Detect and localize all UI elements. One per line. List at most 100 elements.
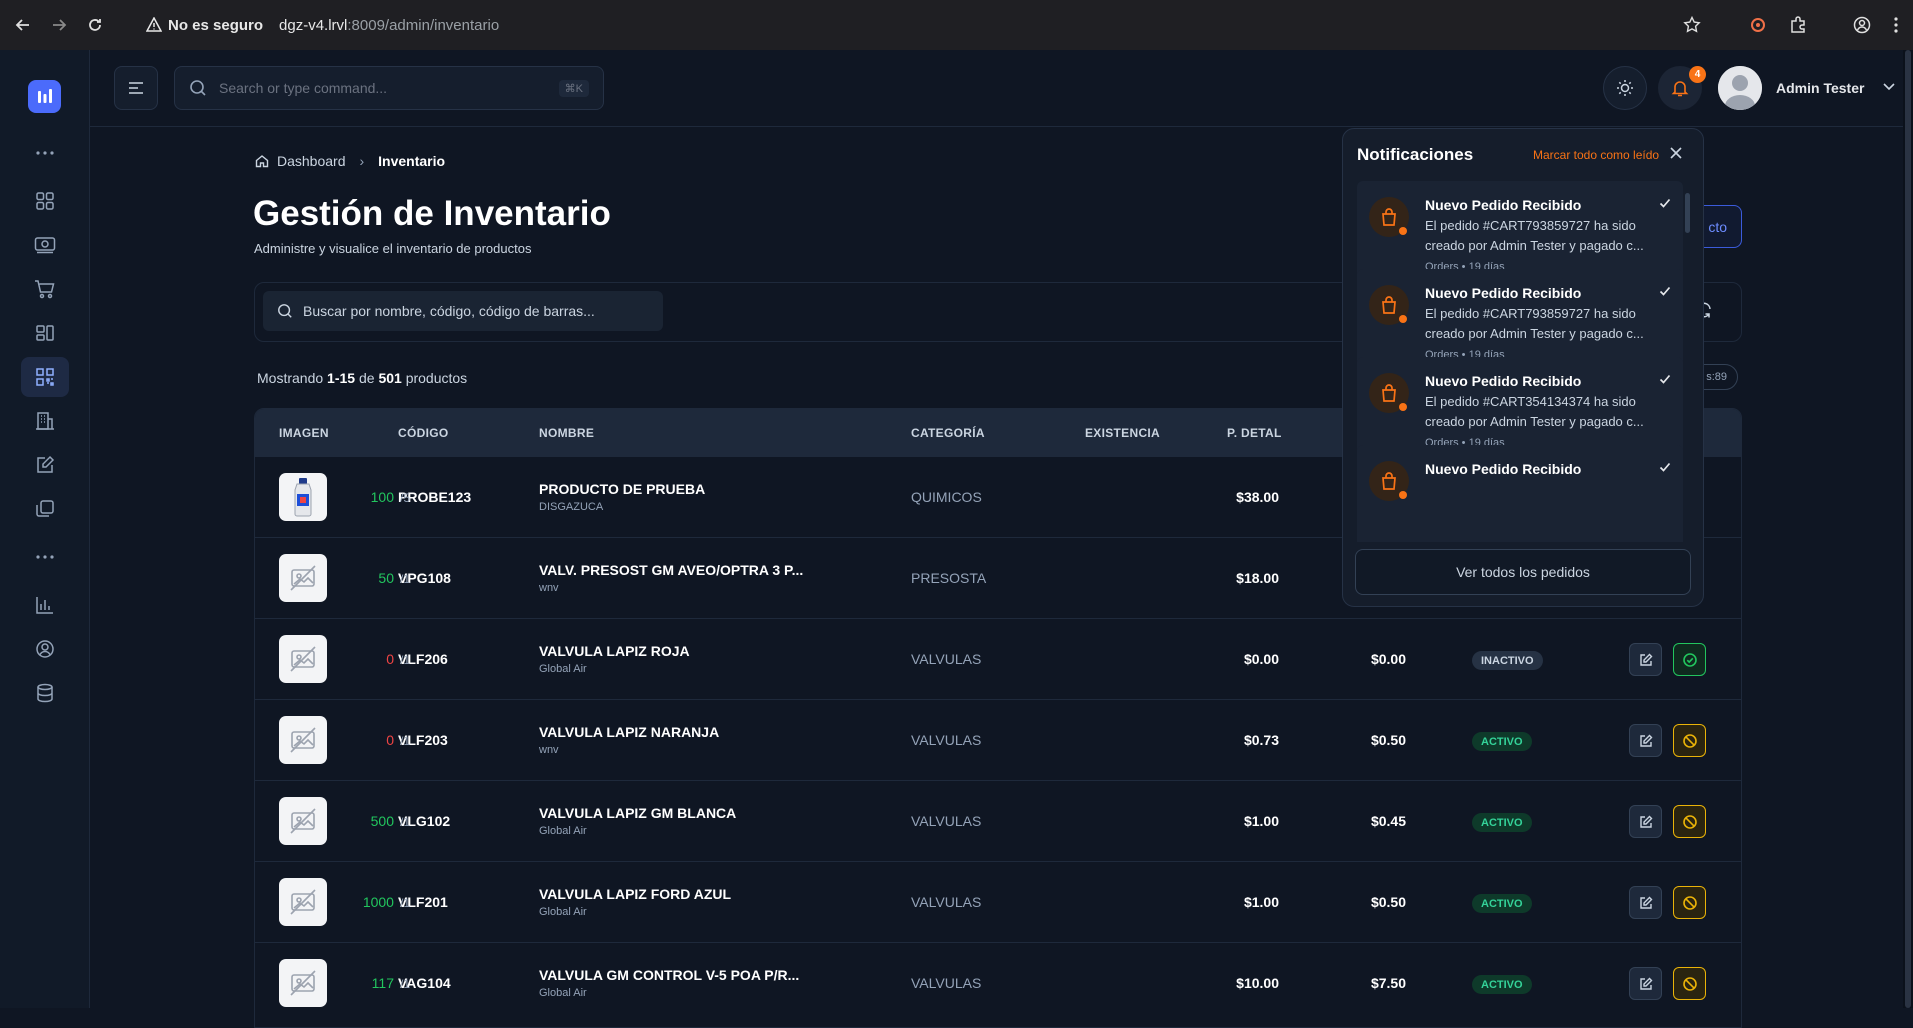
product-image[interactable] [279, 473, 327, 521]
sidebar-more-icon-2[interactable] [21, 537, 69, 577]
reload-icon[interactable] [82, 12, 108, 38]
no-image-icon [290, 646, 316, 672]
mark-read-button[interactable] [1659, 461, 1671, 473]
qr-inventory-icon[interactable] [21, 357, 69, 397]
address-bar[interactable]: dgz-v4.lrvl:8009/admin/inventario [279, 17, 499, 34]
breadcrumb-current: Inventario [378, 153, 446, 169]
product-image[interactable] [279, 959, 327, 1007]
layout-icon[interactable] [21, 313, 69, 353]
logo[interactable] [28, 80, 61, 113]
shopping-bag-icon [1382, 208, 1396, 226]
scrollbar-thumb[interactable] [1905, 50, 1911, 1008]
activate-button[interactable] [1673, 643, 1706, 676]
database-icon[interactable] [21, 673, 69, 713]
theme-toggle-button[interactable] [1603, 66, 1647, 110]
product-name[interactable]: VALVULA LAPIZ NARANJA [539, 724, 719, 740]
back-icon[interactable] [10, 12, 36, 38]
notification-title: Nuevo Pedido Recibido [1425, 285, 1582, 301]
grid-icon[interactable] [21, 181, 69, 221]
forward-icon[interactable] [46, 12, 72, 38]
table-row[interactable]: VLG102 VALVULA LAPIZ GM BLANCA Global Air V… [255, 780, 1741, 861]
profile-icon[interactable] [1853, 16, 1871, 34]
product-image[interactable] [279, 878, 327, 926]
deactivate-button[interactable] [1673, 724, 1706, 757]
user-name[interactable]: Admin Tester [1776, 80, 1864, 96]
product-name[interactable]: PRODUCTO DE PRUEBA [539, 481, 705, 497]
product-stock: 117/1 [372, 975, 410, 991]
product-name[interactable]: VALVULA GM CONTROL V-5 POA P/R... [539, 967, 799, 983]
stock-value: 100 [370, 489, 394, 505]
edit-button[interactable] [1629, 724, 1662, 757]
extension-icon[interactable] [1749, 16, 1767, 34]
product-image[interactable] [279, 635, 327, 683]
avatar[interactable] [1718, 66, 1762, 110]
edit-button[interactable] [1629, 643, 1662, 676]
product-image[interactable] [279, 716, 327, 764]
edit-square-icon[interactable] [21, 445, 69, 485]
table-row[interactable]: VLF203 VALVULA LAPIZ NARANJA wnv VALVULAS 0/… [255, 699, 1741, 780]
product-stock: 500/1 [371, 813, 410, 829]
command-search-input[interactable]: Search or type command... ⌘K [174, 66, 604, 110]
inventory-search-input[interactable]: Buscar por nombre, código, código de bar… [263, 291, 663, 331]
view-all-orders-button[interactable]: Ver todos los pedidos [1355, 549, 1691, 595]
mark-read-button[interactable] [1659, 285, 1671, 297]
url-host: dgz-v4.lrvl [279, 16, 348, 34]
bookmark-star-icon[interactable] [1683, 16, 1701, 34]
edit-button[interactable] [1629, 886, 1662, 919]
status-badge: ACTIVO [1472, 732, 1532, 751]
deactivate-button[interactable] [1673, 967, 1706, 1000]
kebab-menu-icon[interactable] [1893, 16, 1899, 34]
table-row[interactable]: VAG104 VALVULA GM CONTROL V-5 POA P/R... G… [255, 942, 1741, 1023]
deactivate-button[interactable] [1673, 805, 1706, 838]
edit-button[interactable] [1629, 805, 1662, 838]
page-scrollbar[interactable] [1903, 50, 1913, 1008]
header-nombre[interactable]: NOMBRE [539, 426, 594, 440]
table-row[interactable]: VLF206 VALVULA LAPIZ ROJA Global Air VALVUL… [255, 618, 1741, 699]
header-existencia[interactable]: EXISTENCIA [1085, 426, 1160, 440]
product-name[interactable]: VALVULA LAPIZ FORD AZUL [539, 886, 731, 902]
mark-read-button[interactable] [1659, 373, 1671, 385]
breadcrumb-dashboard-link[interactable]: Dashboard [277, 153, 346, 169]
notification-title: Nuevo Pedido Recibido [1425, 197, 1582, 213]
breadcrumb-separator-icon: › [359, 153, 365, 169]
header-categoria[interactable]: CATEGORÍA [911, 426, 985, 440]
copy-icon[interactable] [21, 489, 69, 529]
status-badge: INACTIVO [1472, 651, 1543, 670]
notifications-scrollbar[interactable] [1685, 193, 1690, 233]
sidebar-more-icon[interactable] [21, 133, 69, 173]
header-codigo[interactable]: CÓDIGO [398, 426, 448, 440]
price-retail: $1.00 [1243, 894, 1279, 910]
close-icon[interactable] [1669, 146, 1683, 160]
stock-value: 117 [371, 975, 394, 991]
security-indicator[interactable]: No es seguro [146, 17, 263, 34]
bar-chart-logo-icon [37, 88, 52, 103]
header-p-detal[interactable]: P. DETAL [1227, 426, 1282, 440]
product-name[interactable]: VALV. PRESOST GM AVEO/OPTRA 3 P... [539, 562, 803, 578]
product-name[interactable]: VALVULA LAPIZ GM BLANCA [539, 805, 736, 821]
chevron-down-icon[interactable] [1882, 79, 1896, 93]
unread-dot [1399, 491, 1407, 499]
product-brand: wnv [539, 582, 559, 594]
building-icon[interactable] [21, 401, 69, 441]
notification-item[interactable]: Nuevo Pedido Recibido [1357, 445, 1683, 542]
no-image-icon [290, 970, 316, 996]
menu-toggle-button[interactable] [114, 66, 158, 110]
security-label: No es seguro [168, 16, 264, 34]
cart-icon[interactable] [21, 269, 69, 309]
puzzle-icon[interactable] [1789, 16, 1807, 34]
chart-bars-icon[interactable] [21, 585, 69, 625]
table-row[interactable]: VLF201 VALVULA LAPIZ FORD AZUL Global Air V… [255, 861, 1741, 942]
product-image[interactable] [279, 554, 327, 602]
no-image-icon [290, 727, 316, 753]
mark-read-button[interactable] [1659, 197, 1671, 209]
product-image[interactable] [279, 797, 327, 845]
checkmark-icon [1659, 198, 1671, 208]
deactivate-button[interactable] [1673, 886, 1706, 919]
product-name[interactable]: VALVULA LAPIZ ROJA [539, 643, 690, 659]
pencil-edit-icon [1639, 815, 1652, 828]
mark-all-read-link[interactable]: Marcar todo como leído [1533, 148, 1659, 162]
price-retail: $10.00 [1236, 975, 1279, 991]
cash-icon[interactable] [21, 225, 69, 265]
edit-button[interactable] [1629, 967, 1662, 1000]
user-circle-icon[interactable] [21, 629, 69, 669]
